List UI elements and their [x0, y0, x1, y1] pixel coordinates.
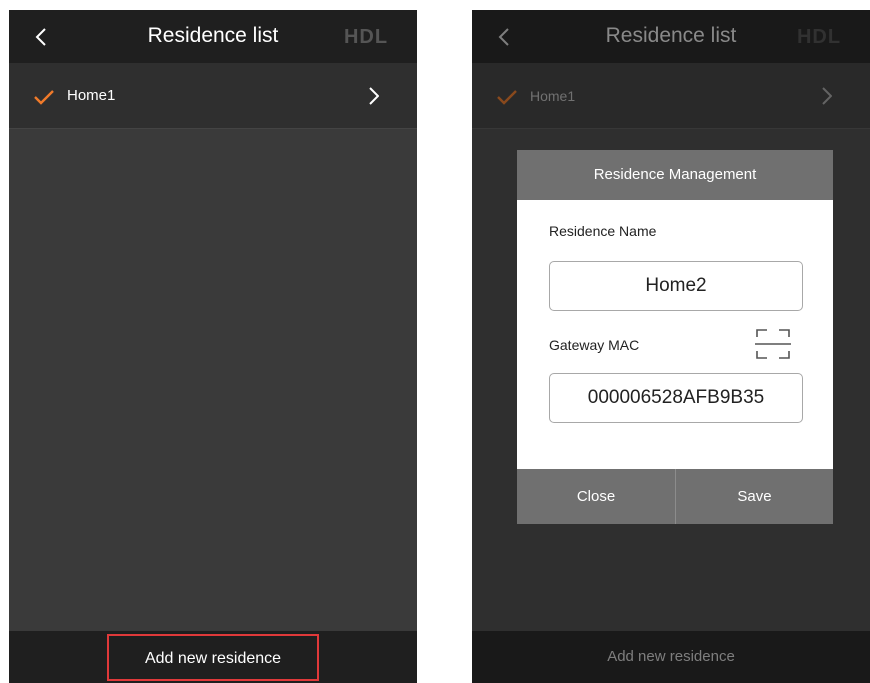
hdl-logo: HDL [344, 26, 388, 47]
checkmark-icon [34, 90, 54, 105]
dialog-footer: Close Save [517, 469, 833, 524]
top-header: Residence list HDL [9, 10, 417, 63]
residence-management-dialog: Residence Management Residence Name Home… [517, 150, 833, 524]
gateway-mac-label: Gateway MAC [549, 337, 640, 353]
scan-icon[interactable] [755, 328, 791, 360]
residence-row-home1[interactable]: Home1 [9, 63, 417, 129]
close-button[interactable]: Close [517, 469, 675, 524]
residence-name: Home1 [67, 87, 116, 104]
residence-name-input[interactable]: Home2 [549, 261, 803, 311]
bottom-bar: Add new residence [9, 631, 417, 683]
dialog-title: Residence Management [517, 150, 833, 200]
residence-management-screen: Residence list HDL Home1 Add new residen… [472, 10, 870, 683]
gateway-mac-input[interactable]: 000006528AFB9B35 [549, 373, 803, 423]
residence-list-screen: Residence list HDL Home1 Add new residen… [9, 10, 417, 683]
save-button[interactable]: Save [675, 469, 833, 524]
svg-text:HDL: HDL [344, 26, 388, 47]
residence-name-label: Residence Name [549, 223, 657, 239]
chevron-right-icon [369, 87, 379, 105]
add-new-residence-button[interactable]: Add new residence [107, 634, 319, 681]
